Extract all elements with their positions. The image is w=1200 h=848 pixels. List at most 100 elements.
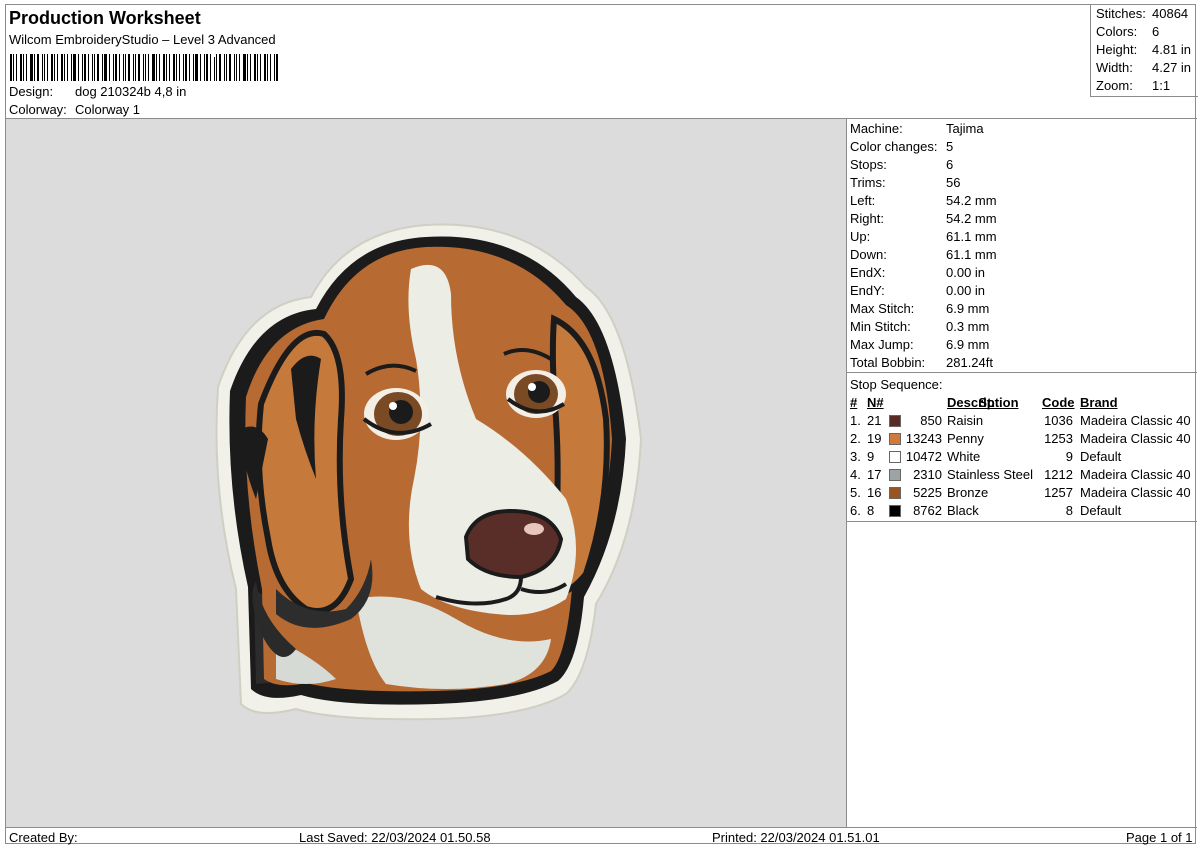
design-stats: Stitches: 40864 Colors: 6 Height: 4.81 in W…	[1090, 4, 1198, 97]
barcode-bar	[61, 54, 63, 81]
barcode-bar	[257, 54, 258, 81]
stop-row-num: 3.	[850, 449, 861, 464]
barcode-bar	[23, 54, 24, 81]
barcode-bar	[166, 54, 167, 81]
stop-row-brand: Madeira Classic 40	[1080, 431, 1191, 446]
barcode-bar	[135, 54, 136, 81]
stop-row-code: 1257	[1044, 485, 1073, 500]
stop-row-brand: Default	[1080, 449, 1122, 464]
info-label: Machine:	[850, 121, 903, 136]
info-label: EndX:	[850, 265, 886, 280]
divider	[847, 372, 1197, 373]
page-number: Page 1 of 1	[1126, 830, 1193, 845]
info-value: 54.2 mm	[946, 193, 997, 208]
info-value: Tajima	[946, 121, 984, 136]
col-header-needle: N#	[867, 395, 884, 410]
stop-row-num: 5.	[850, 485, 861, 500]
barcode-bar	[239, 54, 240, 81]
machine-info-row: Max Stitch: 6.9 mm	[850, 301, 989, 316]
stat-value: 1:1	[1152, 78, 1171, 93]
barcode-bar	[42, 54, 43, 81]
stat-value: 4.81 in	[1152, 42, 1192, 57]
color-swatch	[889, 433, 901, 445]
info-label: Max Jump:	[850, 337, 914, 352]
info-label: Total Bobbin:	[850, 355, 926, 370]
machine-info-row: Stops: 6	[850, 157, 953, 172]
barcode-bar	[276, 54, 278, 81]
stop-row-needle: 21	[867, 413, 882, 428]
worksheet: Production Worksheet Wilcom EmbroiderySt…	[5, 4, 1198, 845]
barcode-bar	[84, 54, 86, 81]
stat-label: Width:	[1096, 60, 1133, 75]
barcode-bar	[119, 54, 120, 81]
stat-width: Width: 4.27 in	[1096, 60, 1191, 75]
stop-row-code: 1253	[1044, 431, 1073, 446]
barcode-bar	[270, 54, 271, 81]
stop-row-stitches: 5225	[913, 485, 942, 500]
last-saved: Last Saved: 22/03/2024 01.50.58	[299, 830, 491, 845]
barcode-bar	[173, 54, 175, 81]
barcode-bar	[37, 54, 39, 81]
stop-row-brand: Madeira Classic 40	[1080, 413, 1191, 428]
barcode-bar	[247, 54, 248, 81]
barcode-bar	[123, 54, 124, 81]
page-title: Production Worksheet	[9, 8, 201, 28]
stop-row-needle: 19	[867, 431, 882, 446]
stat-value: 6	[1152, 24, 1160, 39]
barcode-bar	[143, 54, 144, 81]
barcode-bar	[88, 54, 89, 81]
stop-row-description: Bronze	[947, 485, 989, 500]
barcode-bar	[250, 54, 251, 81]
barcode-bar	[102, 54, 103, 81]
barcode-bar	[30, 54, 33, 81]
color-swatch	[889, 451, 901, 463]
barcode-bar	[210, 54, 211, 81]
stop-row-brand: Default	[1080, 503, 1122, 518]
design-label: Design:	[9, 84, 54, 99]
design-value: dog 210324b 4,8 in	[75, 84, 187, 99]
col-header-brand: Brand	[1080, 395, 1118, 410]
barcode-bar	[26, 54, 27, 81]
barcode-bar	[71, 54, 72, 81]
stop-row-stitches: 850	[920, 413, 942, 428]
barcode-bar	[67, 54, 68, 81]
stat-height: Height: 4.81 in	[1096, 42, 1191, 57]
stop-row-needle: 8	[867, 503, 875, 518]
barcode-bar	[243, 54, 246, 81]
info-label: Stops:	[850, 157, 887, 172]
color-swatch	[889, 469, 901, 481]
info-label: Up:	[850, 229, 871, 244]
stop-row-num: 2.	[850, 431, 861, 446]
barcode-bar	[224, 54, 225, 81]
barcode-bar	[115, 54, 117, 81]
barcode-bar	[214, 57, 215, 81]
stat-zoom: Zoom: 1:1	[1096, 78, 1170, 93]
machine-info-row: EndX: 0.00 in	[850, 265, 985, 280]
barcode-bar	[133, 54, 134, 81]
barcode-bar	[10, 54, 12, 81]
machine-info-row: Min Stitch: 0.3 mm	[850, 319, 989, 334]
stop-row-code: 1036	[1044, 413, 1073, 428]
stop-row-num: 1.	[850, 413, 861, 428]
info-value: 6.9 mm	[946, 301, 990, 316]
barcode-bar	[156, 54, 157, 81]
barcode-bar	[236, 54, 237, 81]
barcode-bar	[138, 54, 140, 81]
barcode-bar	[204, 54, 205, 81]
col-header-code: Code	[1042, 395, 1075, 410]
printed-date: Printed: 22/03/2024 01.51.01	[712, 830, 880, 845]
machine-info-row: Up: 61.1 mm	[850, 229, 997, 244]
barcode-bar	[64, 54, 65, 81]
barcode-bar	[47, 54, 48, 81]
stop-row-needle: 17	[867, 467, 882, 482]
barcode-bar	[44, 54, 45, 81]
stop-row-description: White	[947, 449, 981, 464]
stat-label: Zoom:	[1096, 78, 1133, 93]
barcode-bar	[97, 54, 99, 81]
info-value: 281.24ft	[946, 355, 993, 370]
info-value: 61.1 mm	[946, 229, 997, 244]
info-label: Trims:	[850, 175, 886, 190]
stop-sequence-title: Stop Sequence:	[850, 377, 943, 392]
stat-label: Height:	[1096, 42, 1138, 57]
machine-info-row: Left: 54.2 mm	[850, 193, 997, 208]
